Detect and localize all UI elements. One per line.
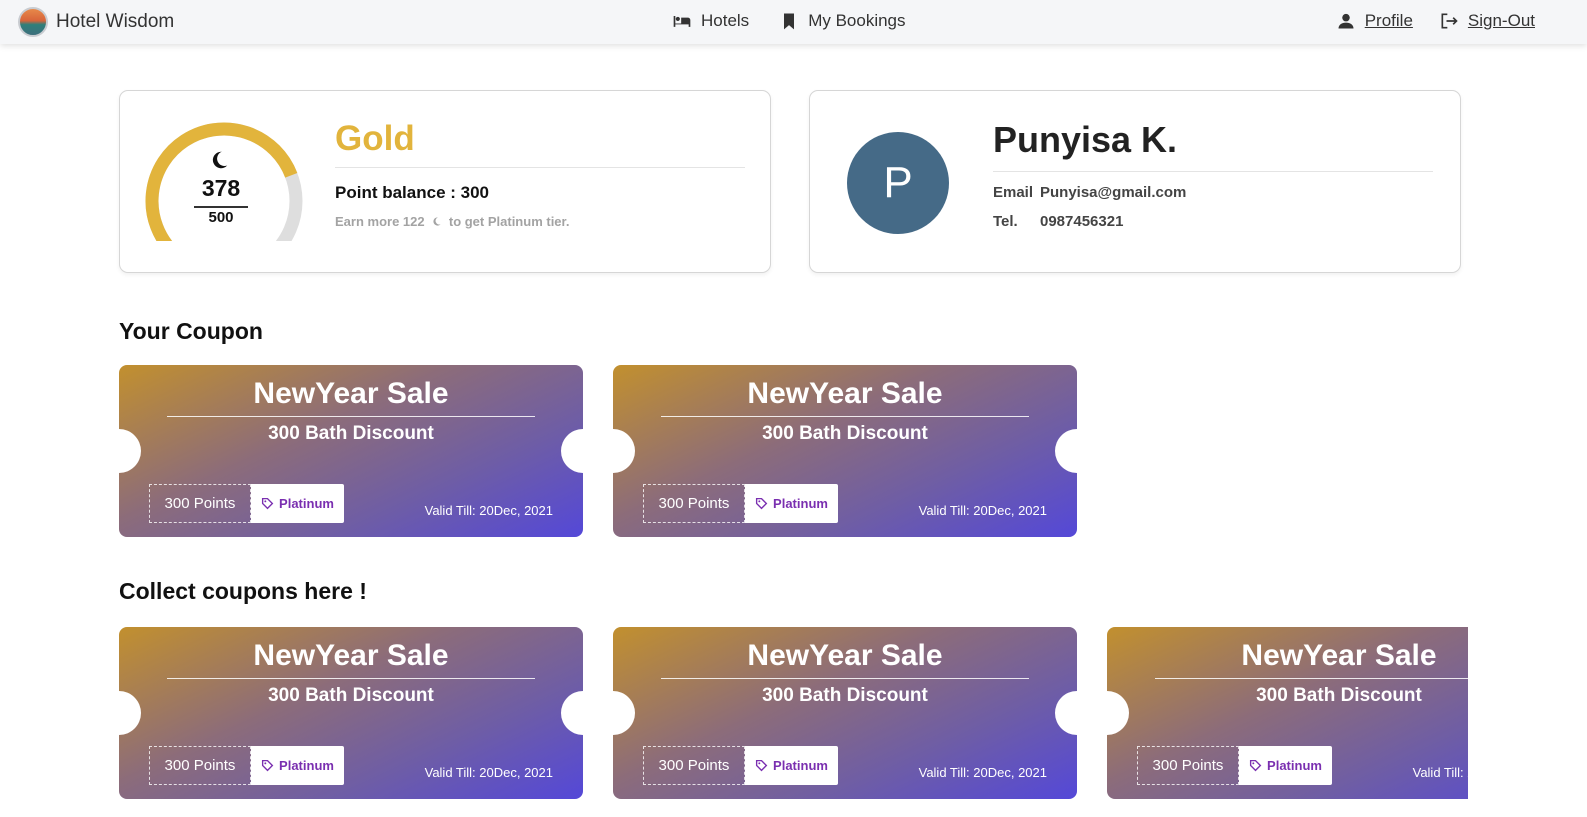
- coupon-divider: [167, 678, 535, 679]
- nav-sign-out[interactable]: Sign-Out: [1439, 11, 1535, 31]
- coupon-valid: Valid Till: 20Dec, 2021: [424, 765, 553, 780]
- nav-profile[interactable]: Profile: [1336, 11, 1413, 31]
- coupon-title: NewYear Sale: [747, 377, 943, 410]
- owned-coupon[interactable]: NewYear Sale 300 Bath Discount 300 Point…: [613, 365, 1077, 537]
- your-coupon-heading: Your Coupon: [119, 318, 263, 344]
- coupon-tier-badge: Platinum: [251, 484, 344, 523]
- coupon-title: NewYear Sale: [253, 377, 449, 410]
- nav-my-bookings[interactable]: My Bookings: [779, 11, 906, 31]
- profile-card: P Punyisa K. Email Punyisa@gmail.com Tel…: [809, 90, 1461, 273]
- account-nav: Profile Sign-Out: [1336, 11, 1535, 31]
- tag-icon: [755, 759, 768, 772]
- coupon-tier-badge: Platinum: [251, 746, 344, 785]
- tel-value: 0987456321: [1040, 213, 1124, 230]
- profile-name: Punyisa K.: [993, 119, 1178, 160]
- coupon-subtitle: 300 Bath Discount: [762, 685, 928, 706]
- tel-row: Tel. 0987456321: [993, 213, 1123, 230]
- moon-icon: [433, 217, 441, 226]
- coupon-subtitle: 300 Bath Discount: [268, 685, 434, 706]
- owned-coupon[interactable]: NewYear Sale 300 Bath Discount 300 Point…: [119, 365, 583, 537]
- coupon-title: NewYear Sale: [747, 639, 943, 672]
- tag-icon: [1249, 759, 1262, 772]
- sign-out-icon: [1441, 13, 1458, 29]
- collectable-coupon[interactable]: NewYear Sale 300 Bath Discount 300 Point…: [613, 627, 1077, 799]
- coupon-points: 300 Points: [643, 746, 745, 785]
- nav-signout-label: Sign-Out: [1467, 11, 1535, 30]
- coupon-valid: Valid Till: 20Dec, 2021: [424, 503, 553, 518]
- gauge-divider: [194, 206, 248, 208]
- coupon-subtitle: 300 Bath Discount: [762, 423, 928, 444]
- tag-icon: [261, 497, 274, 510]
- tier-divider: [335, 167, 745, 168]
- gauge-max: 500: [208, 209, 234, 226]
- tag-icon: [261, 759, 274, 772]
- top-navbar: Hotel Wisdom Hotels My Bookings Profile …: [0, 0, 1587, 44]
- email-label: Email: [993, 184, 1034, 201]
- coupon-tier-badge: Platinum: [1239, 746, 1332, 785]
- tag-icon: [755, 497, 768, 510]
- email-value: Punyisa@gmail.com: [1040, 184, 1187, 201]
- profile-divider: [993, 171, 1433, 172]
- coupon-points: 300 Points: [1137, 746, 1239, 785]
- tel-label: Tel.: [993, 213, 1018, 230]
- point-balance: Point balance : 300: [335, 183, 489, 202]
- hotel-logo: [18, 7, 48, 37]
- coupon-divider: [167, 416, 535, 417]
- coupon-valid: Valid Till: 20Dec, 2021: [918, 765, 1047, 780]
- coupon-tier: Platinum: [773, 758, 828, 773]
- coupon-divider: [661, 678, 1029, 679]
- collectable-coupon[interactable]: NewYear Sale 300 Bath Discount 300 Point…: [119, 627, 583, 799]
- nav-profile-label: Profile: [1364, 11, 1413, 30]
- brand-name: Hotel Wisdom: [56, 11, 175, 32]
- coupon-points: 300 Points: [149, 746, 251, 785]
- coupon-subtitle: 300 Bath Discount: [268, 423, 434, 444]
- collect-coupons-heading: Collect coupons here !: [119, 578, 367, 604]
- user-icon: [1338, 13, 1354, 29]
- carousel-clip: [1468, 620, 1587, 817]
- nav-hotels-label: Hotels: [701, 11, 750, 30]
- coupon-tier-badge: Platinum: [745, 484, 838, 523]
- brand-link[interactable]: Hotel Wisdom: [18, 7, 174, 37]
- nav-bookings-label: My Bookings: [808, 11, 906, 30]
- tier-title: Gold: [335, 119, 415, 158]
- earn-prefix: Earn more 122: [335, 214, 425, 229]
- tier-card: 378 500 Gold Point balance : 300 Earn mo…: [119, 90, 771, 273]
- coupon-tier-badge: Platinum: [745, 746, 838, 785]
- nav-hotels[interactable]: Hotels: [672, 11, 749, 31]
- avatar: P: [847, 132, 949, 234]
- gauge-value: 378: [201, 175, 241, 201]
- earn-suffix: to get Platinum tier.: [448, 214, 570, 229]
- bookmark-icon: [784, 13, 795, 30]
- coupon-tier: Platinum: [773, 496, 828, 511]
- email-row: Email Punyisa@gmail.com: [993, 184, 1186, 201]
- coupon-tier: Platinum: [279, 496, 334, 511]
- coupon-title: NewYear Sale: [253, 639, 449, 672]
- main-nav: Hotels My Bookings: [672, 11, 906, 31]
- coupon-tier: Platinum: [279, 758, 334, 773]
- coupon-points: 300 Points: [643, 484, 745, 523]
- earn-more-text: Earn more 122 to get Platinum tier.: [335, 214, 569, 229]
- coupon-points: 300 Points: [149, 484, 251, 523]
- coupon-divider: [661, 416, 1029, 417]
- coupon-tier: Platinum: [1267, 758, 1322, 773]
- moon-icon: [212, 151, 228, 169]
- coupon-valid: Valid Till: 20Dec, 2021: [918, 503, 1047, 518]
- bed-icon: [673, 16, 691, 27]
